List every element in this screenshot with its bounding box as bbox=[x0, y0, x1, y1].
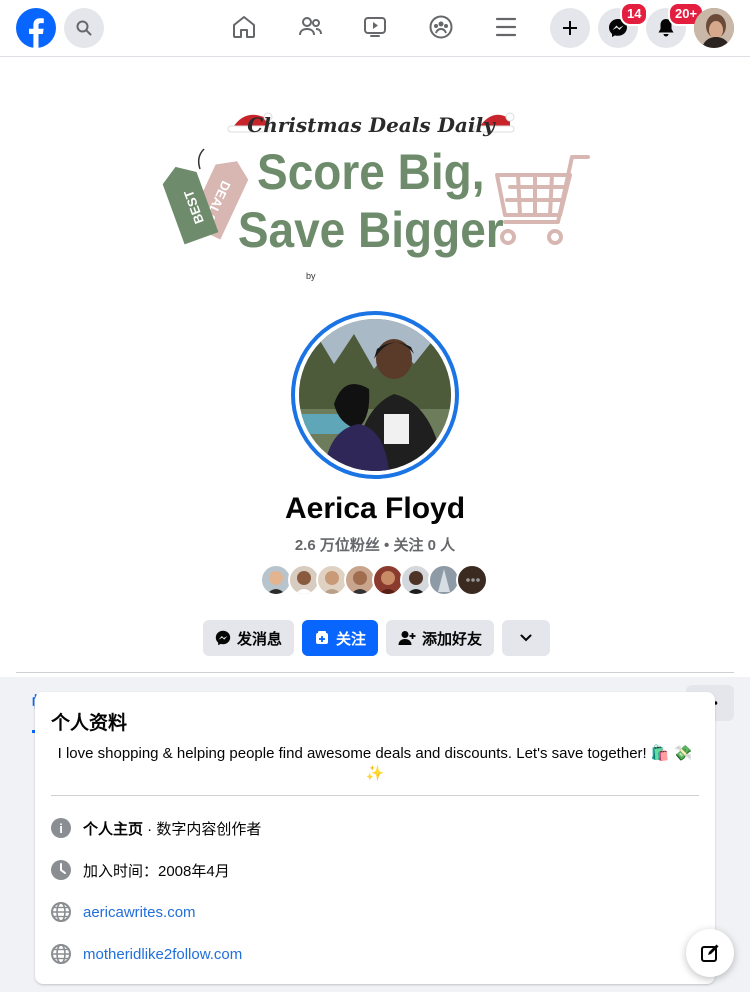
website-link-2[interactable]: motheridlike2follow.com bbox=[83, 946, 242, 963]
create-button[interactable] bbox=[550, 8, 590, 48]
friend-avatar[interactable] bbox=[456, 564, 488, 596]
facebook-logo[interactable] bbox=[16, 8, 56, 48]
messenger-button[interactable]: 14 bbox=[598, 2, 649, 48]
message-button[interactable]: 发消息 bbox=[203, 620, 295, 656]
video-tab[interactable] bbox=[361, 13, 389, 41]
profile-picture[interactable] bbox=[291, 311, 459, 479]
website-link-1[interactable]: aericawrites.com bbox=[83, 904, 196, 921]
intro-card: 个人资料 I love shopping & helping people fi… bbox=[35, 692, 715, 984]
video-icon bbox=[364, 17, 386, 37]
intro-title: 个人资料 bbox=[51, 713, 128, 734]
menu-icon bbox=[495, 17, 517, 37]
cover-title-line1: Score Big, bbox=[257, 145, 484, 200]
compose-button[interactable] bbox=[686, 929, 734, 977]
friends-tab[interactable] bbox=[296, 13, 324, 41]
account-avatar[interactable] bbox=[694, 8, 734, 48]
cover-by-label: by bbox=[306, 271, 316, 281]
intro-divider bbox=[51, 795, 699, 796]
follower-stats[interactable]: 2.6 万位粉丝 • 关注 0 人 bbox=[0, 534, 750, 555]
home-tab[interactable] bbox=[230, 13, 258, 41]
page-category: · 数字内容创作者 bbox=[143, 820, 262, 838]
message-button-label: 发消息 bbox=[237, 630, 283, 648]
add-friend-button-label: 添加好友 bbox=[422, 630, 483, 648]
cover-title-line2: Save Bigger bbox=[238, 203, 504, 258]
home-icon bbox=[233, 16, 255, 38]
messenger-badge: 14 bbox=[620, 2, 649, 26]
info-row-joined: 加入时间：2008年4月 bbox=[51, 858, 230, 882]
notifications-button[interactable]: 20+ bbox=[646, 2, 705, 48]
top-navigation-bar: 14 20+ bbox=[0, 0, 750, 57]
groups-icon bbox=[429, 15, 453, 39]
cover-headline: Christmas Deals Daily bbox=[247, 113, 496, 137]
search-icon bbox=[76, 20, 92, 36]
mutual-friends-avatars[interactable] bbox=[260, 564, 488, 596]
plus-icon bbox=[563, 21, 577, 35]
info-row-link2[interactable]: motheridlike2follow.com bbox=[51, 942, 242, 966]
search-button[interactable] bbox=[64, 8, 104, 48]
follow-button-label: 关注 bbox=[336, 630, 367, 648]
profile-actions: 发消息 关注 添加好友 bbox=[203, 620, 551, 656]
follow-button[interactable]: 关注 bbox=[302, 620, 379, 656]
clock-icon bbox=[51, 860, 71, 880]
more-actions-button[interactable] bbox=[502, 620, 551, 656]
follow-icon bbox=[316, 631, 329, 644]
groups-tab[interactable] bbox=[427, 13, 455, 41]
page-label: 个人主页 bbox=[83, 820, 144, 838]
add-friend-icon bbox=[398, 631, 416, 645]
profile-header: Christmas Deals Daily Score Big, Save Bi… bbox=[0, 57, 750, 733]
globe-icon bbox=[51, 902, 71, 922]
friends-icon bbox=[299, 17, 322, 36]
add-friend-button[interactable]: 添加好友 bbox=[386, 620, 495, 656]
messenger-icon bbox=[215, 630, 231, 646]
chevron-down-icon bbox=[520, 634, 532, 642]
cover-photo[interactable]: Christmas Deals Daily Score Big, Save Bi… bbox=[0, 57, 750, 287]
info-icon: i bbox=[51, 818, 71, 838]
info-row-page: i 个人主页 · 数字内容创作者 bbox=[51, 816, 261, 840]
globe-icon bbox=[51, 944, 71, 964]
profile-name: Aerica Floyd bbox=[284, 492, 466, 525]
shopping-cart-icon bbox=[495, 155, 590, 245]
info-row-link1[interactable]: aericawrites.com bbox=[51, 900, 196, 924]
joined-date: 加入时间：2008年4月 bbox=[83, 862, 230, 880]
menu-tab[interactable] bbox=[492, 13, 520, 41]
intro-bio: I love shopping & helping people find aw… bbox=[57, 745, 693, 782]
edit-icon bbox=[701, 944, 719, 962]
